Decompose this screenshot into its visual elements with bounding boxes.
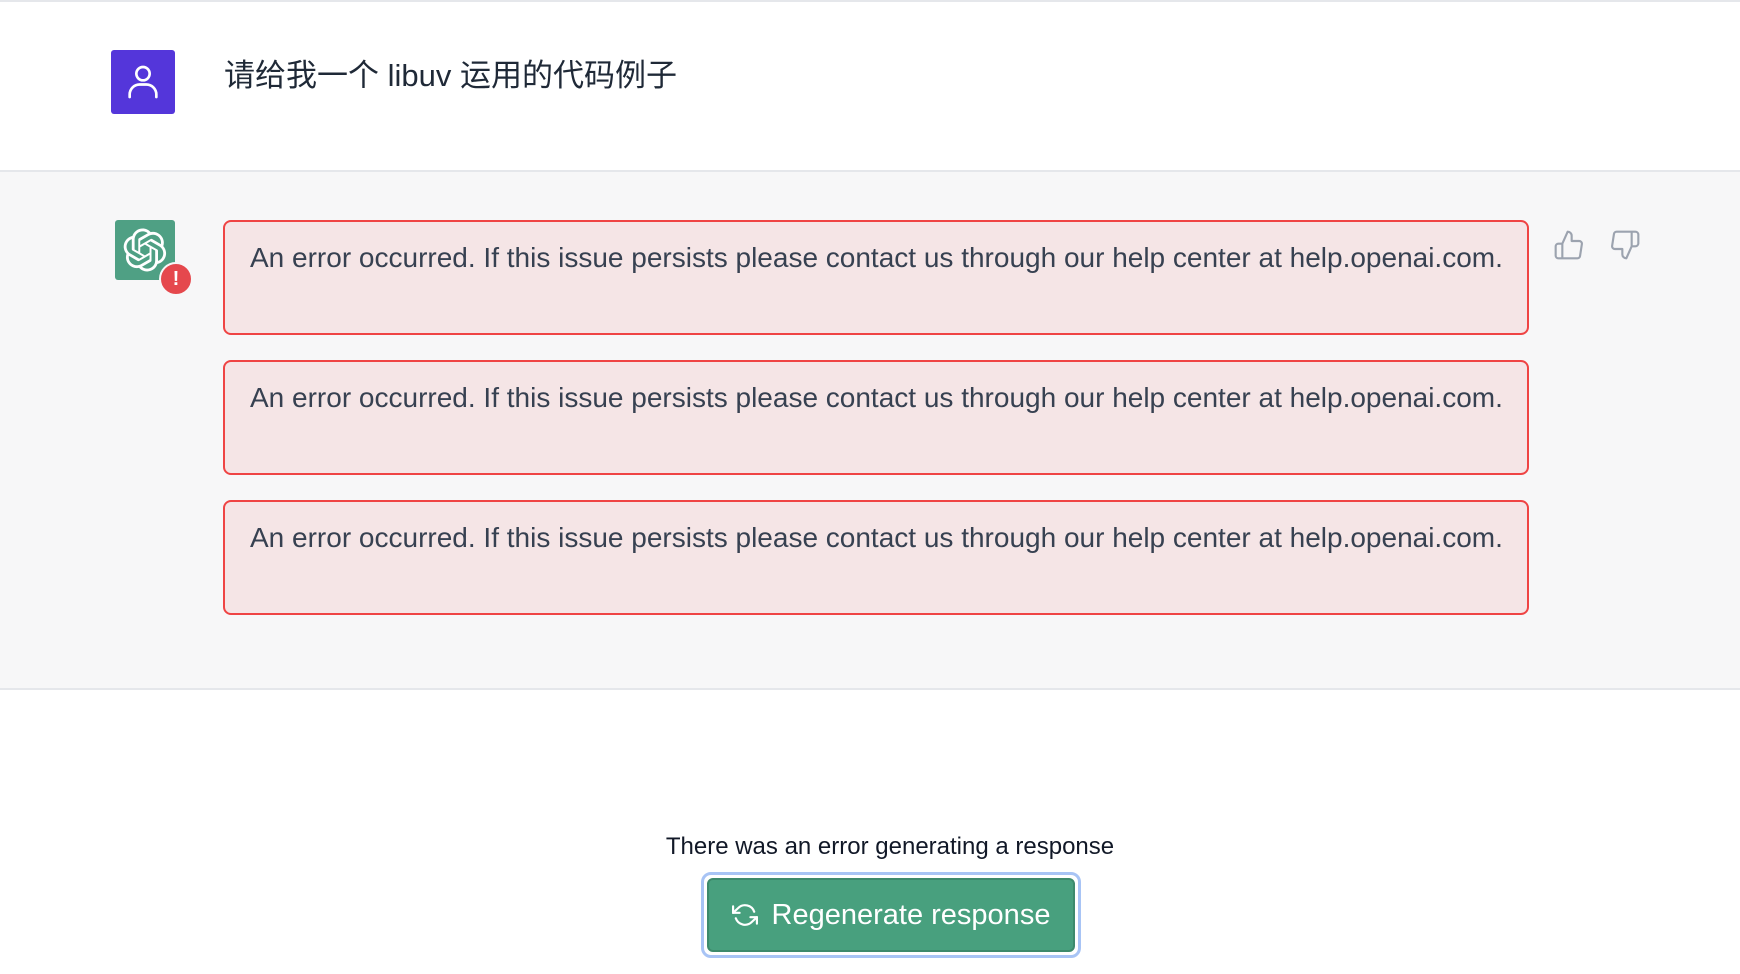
error-badge-icon: ! bbox=[159, 262, 193, 296]
response-error-text: There was an error generating a response bbox=[665, 833, 1115, 860]
thumbs-up-icon bbox=[1554, 230, 1583, 260]
thumbs-down-button[interactable] bbox=[1606, 226, 1644, 264]
error-message-box: An error occurred. If this issue persist… bbox=[223, 500, 1529, 615]
openai-logo-icon bbox=[123, 228, 167, 272]
regenerate-focus-ring: Regenerate response bbox=[701, 872, 1081, 958]
thumbs-down-icon bbox=[1611, 230, 1640, 260]
error-message-box: An error occurred. If this issue persist… bbox=[223, 220, 1529, 335]
assistant-message-row: ! An error occurred. If this issue persi… bbox=[0, 172, 1740, 690]
regenerate-label: Regenerate response bbox=[771, 898, 1051, 931]
error-message-box: An error occurred. If this issue persist… bbox=[223, 360, 1529, 475]
regenerate-response-button[interactable]: Regenerate response bbox=[707, 878, 1075, 952]
error-list: An error occurred. If this issue persist… bbox=[223, 220, 1529, 640]
refresh-icon bbox=[731, 904, 758, 926]
user-avatar bbox=[111, 50, 175, 114]
chat-page: 请给我一个 libuv 运用的代码例子 ! An error occurred.… bbox=[0, 0, 1740, 974]
user-message-text: 请给我一个 libuv 运用的代码例子 bbox=[224, 58, 677, 93]
user-icon bbox=[128, 65, 158, 99]
thumbs-up-button[interactable] bbox=[1550, 226, 1588, 264]
user-message-row: 请给我一个 libuv 运用的代码例子 bbox=[0, 2, 1740, 172]
